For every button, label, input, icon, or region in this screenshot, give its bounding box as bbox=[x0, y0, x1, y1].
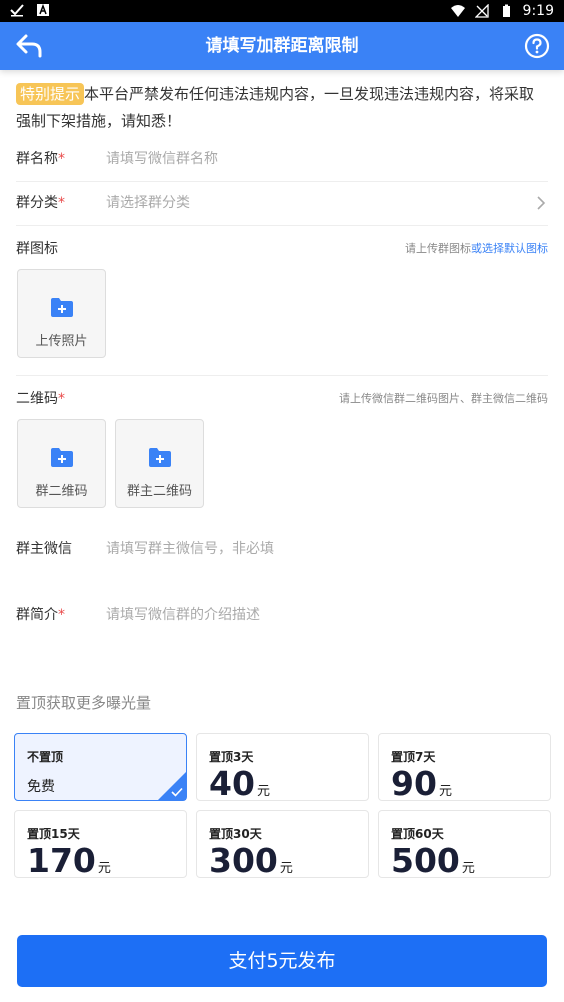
check-icon bbox=[171, 787, 183, 797]
pin-option-title: 置顶30天 bbox=[209, 827, 262, 841]
pin-option-title: 置顶7天 bbox=[391, 750, 436, 764]
pin-option-title: 置顶60天 bbox=[391, 827, 444, 841]
pin-option-price: 500 元 bbox=[391, 841, 475, 880]
owner-qrcode-upload[interactable]: 群主二维码 bbox=[115, 419, 204, 508]
group-category-row[interactable]: 群分类* 请选择群分类 bbox=[16, 181, 548, 226]
pin-option-price: 90 元 bbox=[391, 764, 452, 803]
group-icon-upload[interactable]: 上传照片 bbox=[17, 269, 106, 358]
qrcode-hint: 请上传微信群二维码图片、群主微信二维码 bbox=[339, 392, 548, 405]
owner-qrcode-label: 群主二维码 bbox=[126, 484, 192, 499]
default-icon-link[interactable]: 或选择默认图标 bbox=[471, 242, 548, 255]
folder-add-icon bbox=[149, 448, 171, 467]
app-header: 请填写加群距离限制 bbox=[0, 22, 564, 70]
pin-option-price: 170 元 bbox=[27, 841, 111, 880]
battery-icon bbox=[502, 4, 510, 17]
no-signal-icon bbox=[474, 4, 489, 18]
status-time: 9:19 bbox=[522, 3, 554, 19]
help-icon[interactable] bbox=[524, 33, 550, 59]
pin-option-price: 300 元 bbox=[209, 841, 293, 880]
group-category-label: 群分类* bbox=[16, 195, 65, 211]
pin-option-60-days[interactable]: 置顶60天 500 元 bbox=[378, 810, 551, 879]
pin-option-title: 不置顶 bbox=[27, 750, 64, 764]
pay-publish-button[interactable]: 支付5元发布 bbox=[17, 935, 547, 987]
pin-option-3-days[interactable]: 置顶3天 40 元 bbox=[196, 733, 369, 802]
pin-option-7-days[interactable]: 置顶7天 90 元 bbox=[378, 733, 551, 802]
divider bbox=[16, 375, 548, 376]
group-name-input[interactable]: 请填写微信群名称 bbox=[106, 137, 218, 181]
intro-label: 群简介* bbox=[16, 607, 65, 623]
group-category-select[interactable]: 请选择群分类 bbox=[106, 181, 190, 225]
pin-option-15-days[interactable]: 置顶15天 170 元 bbox=[14, 810, 187, 879]
folder-add-icon bbox=[51, 298, 73, 317]
pin-option-none[interactable]: 不置顶 免费 bbox=[14, 733, 187, 801]
group-icon-label: 群图标 bbox=[16, 241, 58, 257]
checkmark-notification-icon bbox=[10, 4, 24, 17]
group-name-row[interactable]: 群名称* 请填写微信群名称 bbox=[16, 137, 548, 182]
wifi-icon bbox=[450, 5, 465, 17]
intro-textarea[interactable]: 请填写微信群的介绍描述 bbox=[106, 604, 260, 624]
group-name-label: 群名称* bbox=[16, 151, 65, 167]
folder-add-icon bbox=[51, 448, 73, 467]
upload-photo-label: 上传照片 bbox=[35, 334, 88, 349]
qrcode-label: 二维码* bbox=[16, 391, 65, 407]
chevron-right-icon bbox=[537, 196, 546, 210]
app-notification-icon bbox=[37, 3, 49, 16]
owner-wechat-input[interactable]: 请填写群主微信号，非必填 bbox=[106, 538, 274, 558]
pin-option-30-days[interactable]: 置顶30天 300 元 bbox=[196, 810, 369, 879]
pinning-title: 置顶获取更多曝光量 bbox=[16, 694, 152, 712]
page-title: 请填写加群距离限制 bbox=[205, 36, 359, 56]
group-icon-hint: 请上传群图标或选择默认图标 bbox=[405, 242, 548, 255]
notice-banner: 特别提示 本平台严禁发布任何违法违规内容，一旦发现违法违规内容，将采取强制下架措施… bbox=[16, 81, 546, 135]
notice-tag: 特别提示 bbox=[16, 83, 85, 105]
group-qrcode-label: 群二维码 bbox=[35, 484, 88, 499]
status-bar: 9:19 bbox=[0, 0, 564, 22]
owner-wechat-label: 群主微信 bbox=[16, 541, 72, 557]
notice-text: 本平台严禁发布任何违法违规内容，一旦发现违法违规内容，将采取强制下架措施，请知悉… bbox=[16, 85, 535, 130]
pin-option-title: 置顶15天 bbox=[27, 827, 80, 841]
pin-option-title: 置顶3天 bbox=[209, 750, 254, 764]
pin-option-price: 40 元 bbox=[209, 764, 270, 803]
pin-option-free: 免费 bbox=[27, 779, 55, 795]
group-qrcode-upload[interactable]: 群二维码 bbox=[17, 419, 106, 508]
